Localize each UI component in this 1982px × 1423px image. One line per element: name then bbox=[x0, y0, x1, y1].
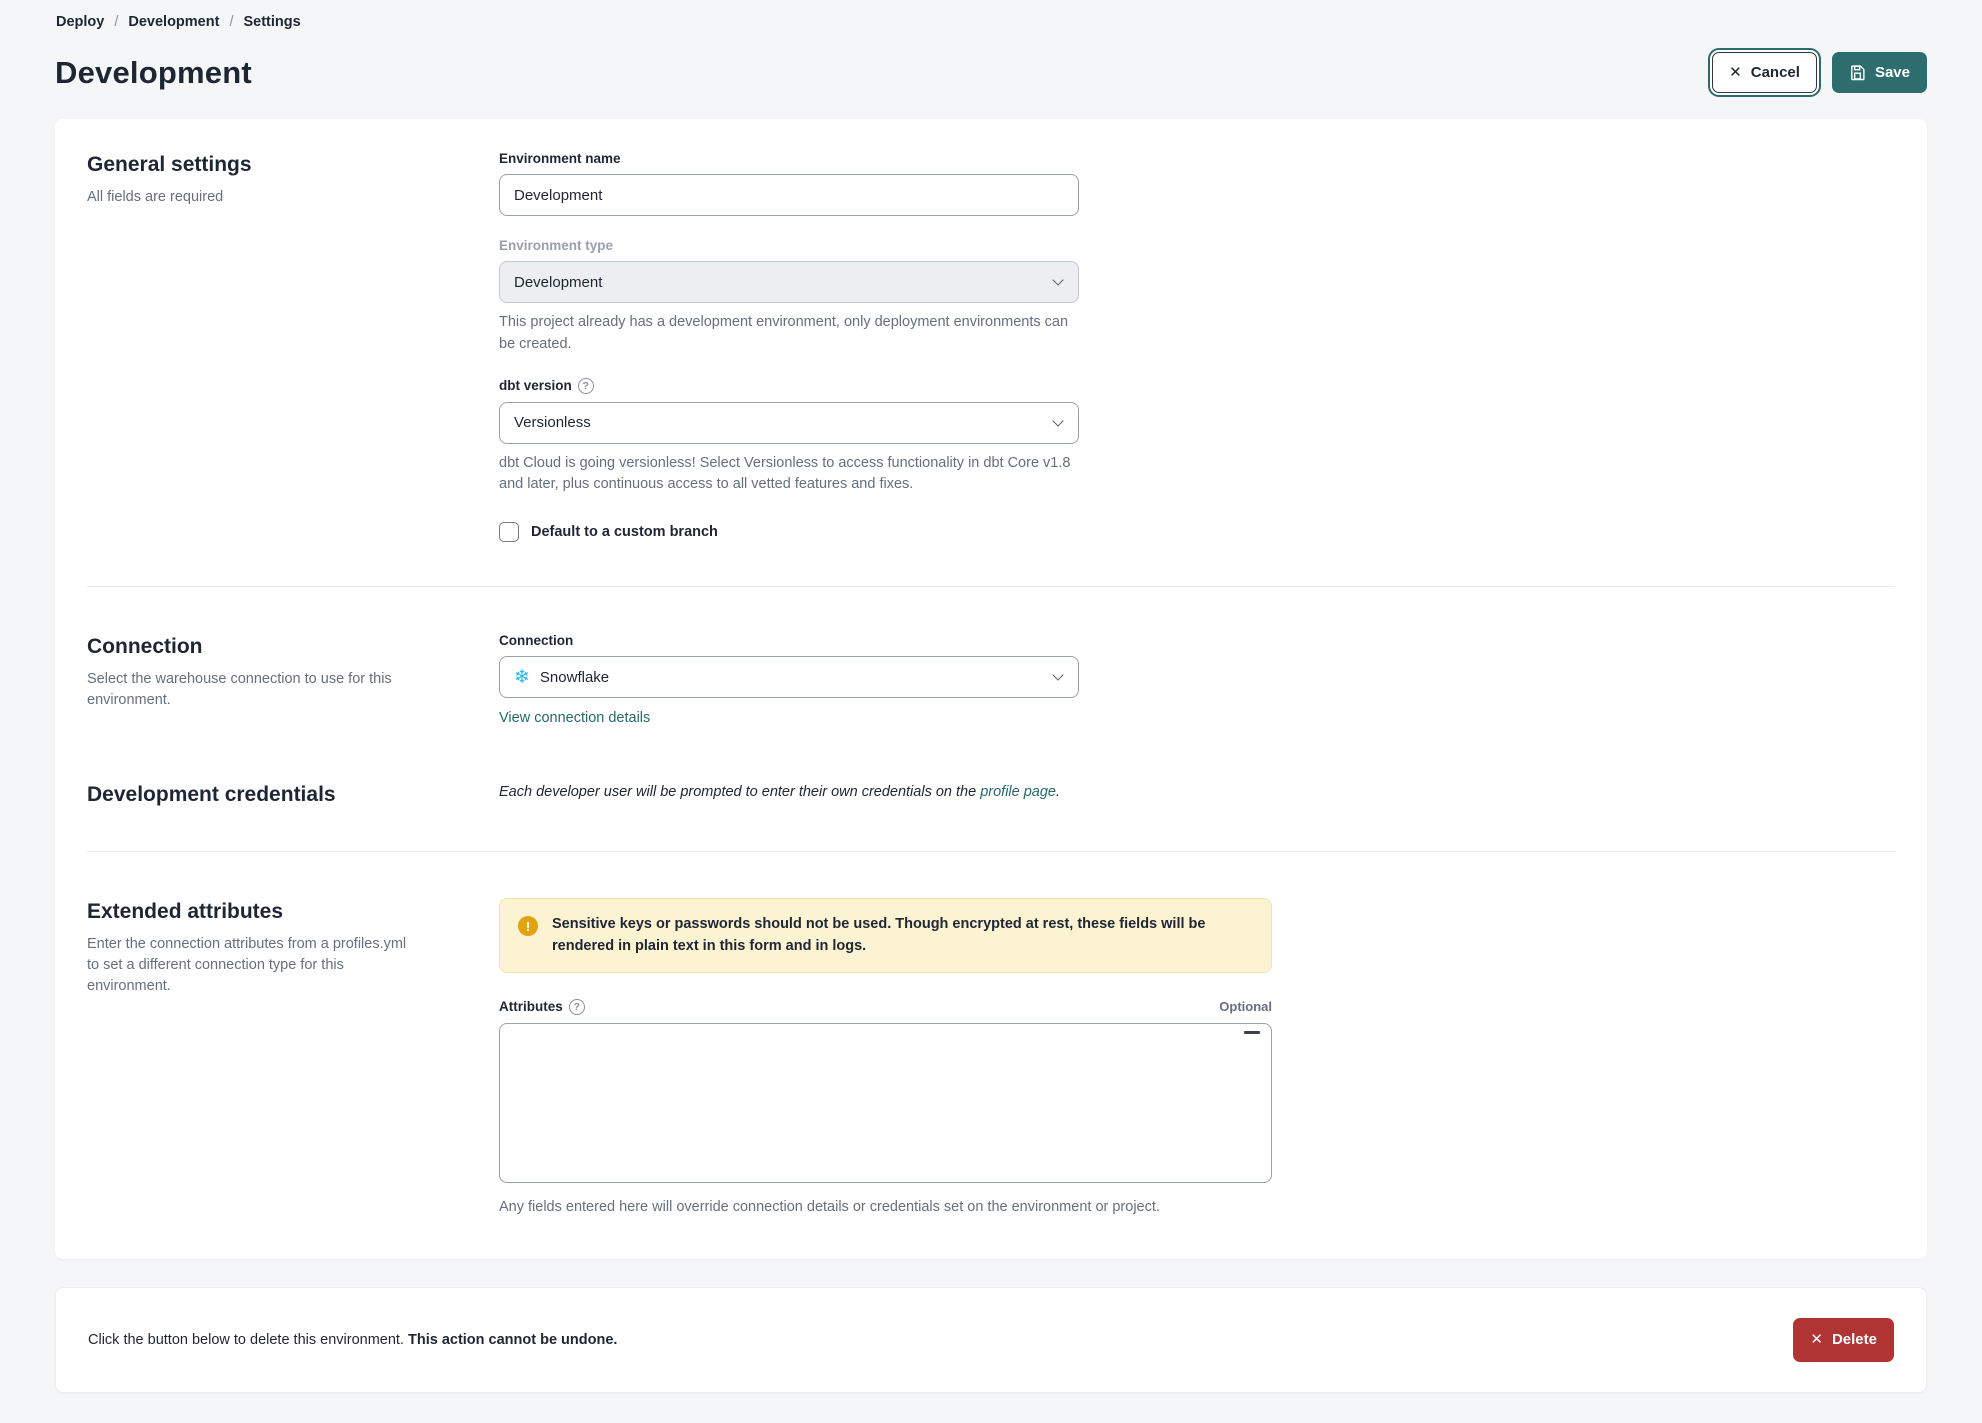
delete-environment-text: Click the button below to delete this en… bbox=[88, 1332, 617, 1348]
profile-page-link[interactable]: profile page bbox=[980, 784, 1056, 800]
credentials-note: Each developer user will be prompted to … bbox=[499, 784, 1895, 800]
environment-type-select: Development bbox=[499, 261, 1079, 303]
credentials-note-period: . bbox=[1055, 784, 1061, 800]
breadcrumb-settings[interactable]: Settings bbox=[243, 14, 300, 30]
help-icon[interactable]: ? bbox=[568, 998, 585, 1015]
help-icon[interactable]: ? bbox=[577, 377, 594, 394]
custom-branch-label: Default to a custom branch bbox=[531, 524, 718, 540]
attributes-textarea[interactable] bbox=[499, 1022, 1272, 1183]
breadcrumb-deploy[interactable]: Deploy bbox=[56, 14, 104, 30]
connection-select[interactable]: ❄ Snowflake bbox=[499, 656, 1079, 698]
section-divider bbox=[87, 586, 1895, 587]
collapse-icon[interactable] bbox=[1244, 1030, 1260, 1034]
environment-name-label: Environment name bbox=[499, 151, 621, 166]
dbt-version-value: Versionless bbox=[514, 414, 591, 431]
development-credentials-section: Development credentials Each developer u… bbox=[87, 781, 1895, 807]
header-actions: ✕ Cancel Save bbox=[1712, 52, 1927, 93]
view-connection-details-link[interactable]: View connection details bbox=[499, 710, 650, 726]
dbt-version-select[interactable]: Versionless bbox=[499, 401, 1079, 444]
chevron-down-icon bbox=[1052, 274, 1064, 286]
environment-name-input[interactable] bbox=[499, 174, 1079, 216]
environment-settings-page: Deploy / Development / Settings Developm… bbox=[0, 0, 1982, 1423]
section-divider bbox=[87, 851, 1895, 852]
attributes-helper: Any fields entered here will override co… bbox=[499, 1198, 1160, 1215]
environment-type-helper: This project already has a development e… bbox=[499, 314, 1069, 352]
dbt-version-label: dbt version bbox=[499, 378, 572, 393]
title-bar: Development ✕ Cancel Save bbox=[55, 52, 1927, 93]
connection-label: Connection bbox=[499, 633, 574, 648]
breadcrumb: Deploy / Development / Settings bbox=[56, 14, 1927, 30]
credentials-note-text: Each developer user will be prompted to … bbox=[499, 784, 981, 800]
cancel-button-label: Cancel bbox=[1750, 64, 1800, 81]
sensitive-keys-warning-banner: ! Sensitive keys or passwords should not… bbox=[499, 898, 1272, 973]
connection-heading: Connection bbox=[87, 635, 203, 658]
breadcrumb-separator: / bbox=[229, 14, 234, 30]
save-button[interactable]: Save bbox=[1831, 52, 1927, 93]
page-title: Development bbox=[55, 54, 252, 90]
delete-button-label: Delete bbox=[1831, 1331, 1877, 1349]
close-icon: ✕ bbox=[1810, 1331, 1823, 1349]
extended-attributes-heading: Extended attributes bbox=[87, 900, 284, 923]
save-icon bbox=[1851, 65, 1865, 81]
environment-name-field: Environment name bbox=[499, 151, 1079, 216]
attributes-label: Attributes bbox=[499, 999, 563, 1015]
close-icon: ✕ bbox=[1729, 64, 1742, 81]
general-settings-section: General settings All fields are required… bbox=[87, 151, 1895, 542]
custom-branch-checkbox-row[interactable]: Default to a custom branch bbox=[499, 522, 1895, 542]
settings-card: General settings All fields are required… bbox=[55, 119, 1927, 1259]
delete-environment-card: Click the button below to delete this en… bbox=[55, 1286, 1927, 1393]
attributes-field-header: Attributes ? Optional bbox=[499, 998, 1272, 1015]
snowflake-icon: ❄ bbox=[514, 666, 530, 688]
environment-type-label: Environment type bbox=[499, 238, 614, 253]
connection-field: Connection ❄ Snowflake View connection d… bbox=[499, 633, 1079, 727]
connection-section: Connection Select the warehouse connecti… bbox=[87, 633, 1895, 727]
development-credentials-heading: Development credentials bbox=[87, 783, 336, 806]
optional-badge: Optional bbox=[1219, 999, 1272, 1015]
cancel-button[interactable]: ✕ Cancel bbox=[1712, 52, 1817, 93]
connection-value: Snowflake bbox=[539, 668, 610, 686]
general-settings-heading: General settings bbox=[87, 153, 252, 176]
connection-subtitle: Select the warehouse connection to use f… bbox=[87, 671, 392, 709]
custom-branch-checkbox[interactable] bbox=[499, 522, 519, 542]
dbt-version-helper: dbt Cloud is going versionless! Select V… bbox=[499, 454, 1071, 493]
warning-icon: ! bbox=[518, 916, 538, 936]
dbt-version-field: dbt version ? Versionless dbt Cloud is g… bbox=[499, 377, 1079, 497]
warning-text: Sensitive keys or passwords should not b… bbox=[552, 916, 1206, 955]
breadcrumb-development[interactable]: Development bbox=[128, 14, 219, 30]
general-settings-subtitle: All fields are required bbox=[87, 189, 224, 205]
save-button-label: Save bbox=[1874, 64, 1910, 81]
delete-button[interactable]: ✕ Delete bbox=[1793, 1317, 1894, 1362]
delete-text-warning: This action cannot be undone. bbox=[407, 1331, 618, 1348]
chevron-down-icon bbox=[1052, 414, 1064, 427]
attributes-editor bbox=[499, 1022, 1272, 1188]
environment-type-value: Development bbox=[514, 273, 603, 291]
breadcrumb-separator: / bbox=[114, 14, 119, 30]
extended-attributes-subtitle: Enter the connection attributes from a p… bbox=[87, 936, 407, 995]
environment-type-field: Environment type Development This projec… bbox=[499, 238, 1079, 356]
extended-attributes-section: Extended attributes Enter the connection… bbox=[87, 898, 1895, 1219]
delete-text: Click the button below to delete this en… bbox=[88, 1331, 408, 1348]
chevron-down-icon bbox=[1052, 669, 1064, 681]
